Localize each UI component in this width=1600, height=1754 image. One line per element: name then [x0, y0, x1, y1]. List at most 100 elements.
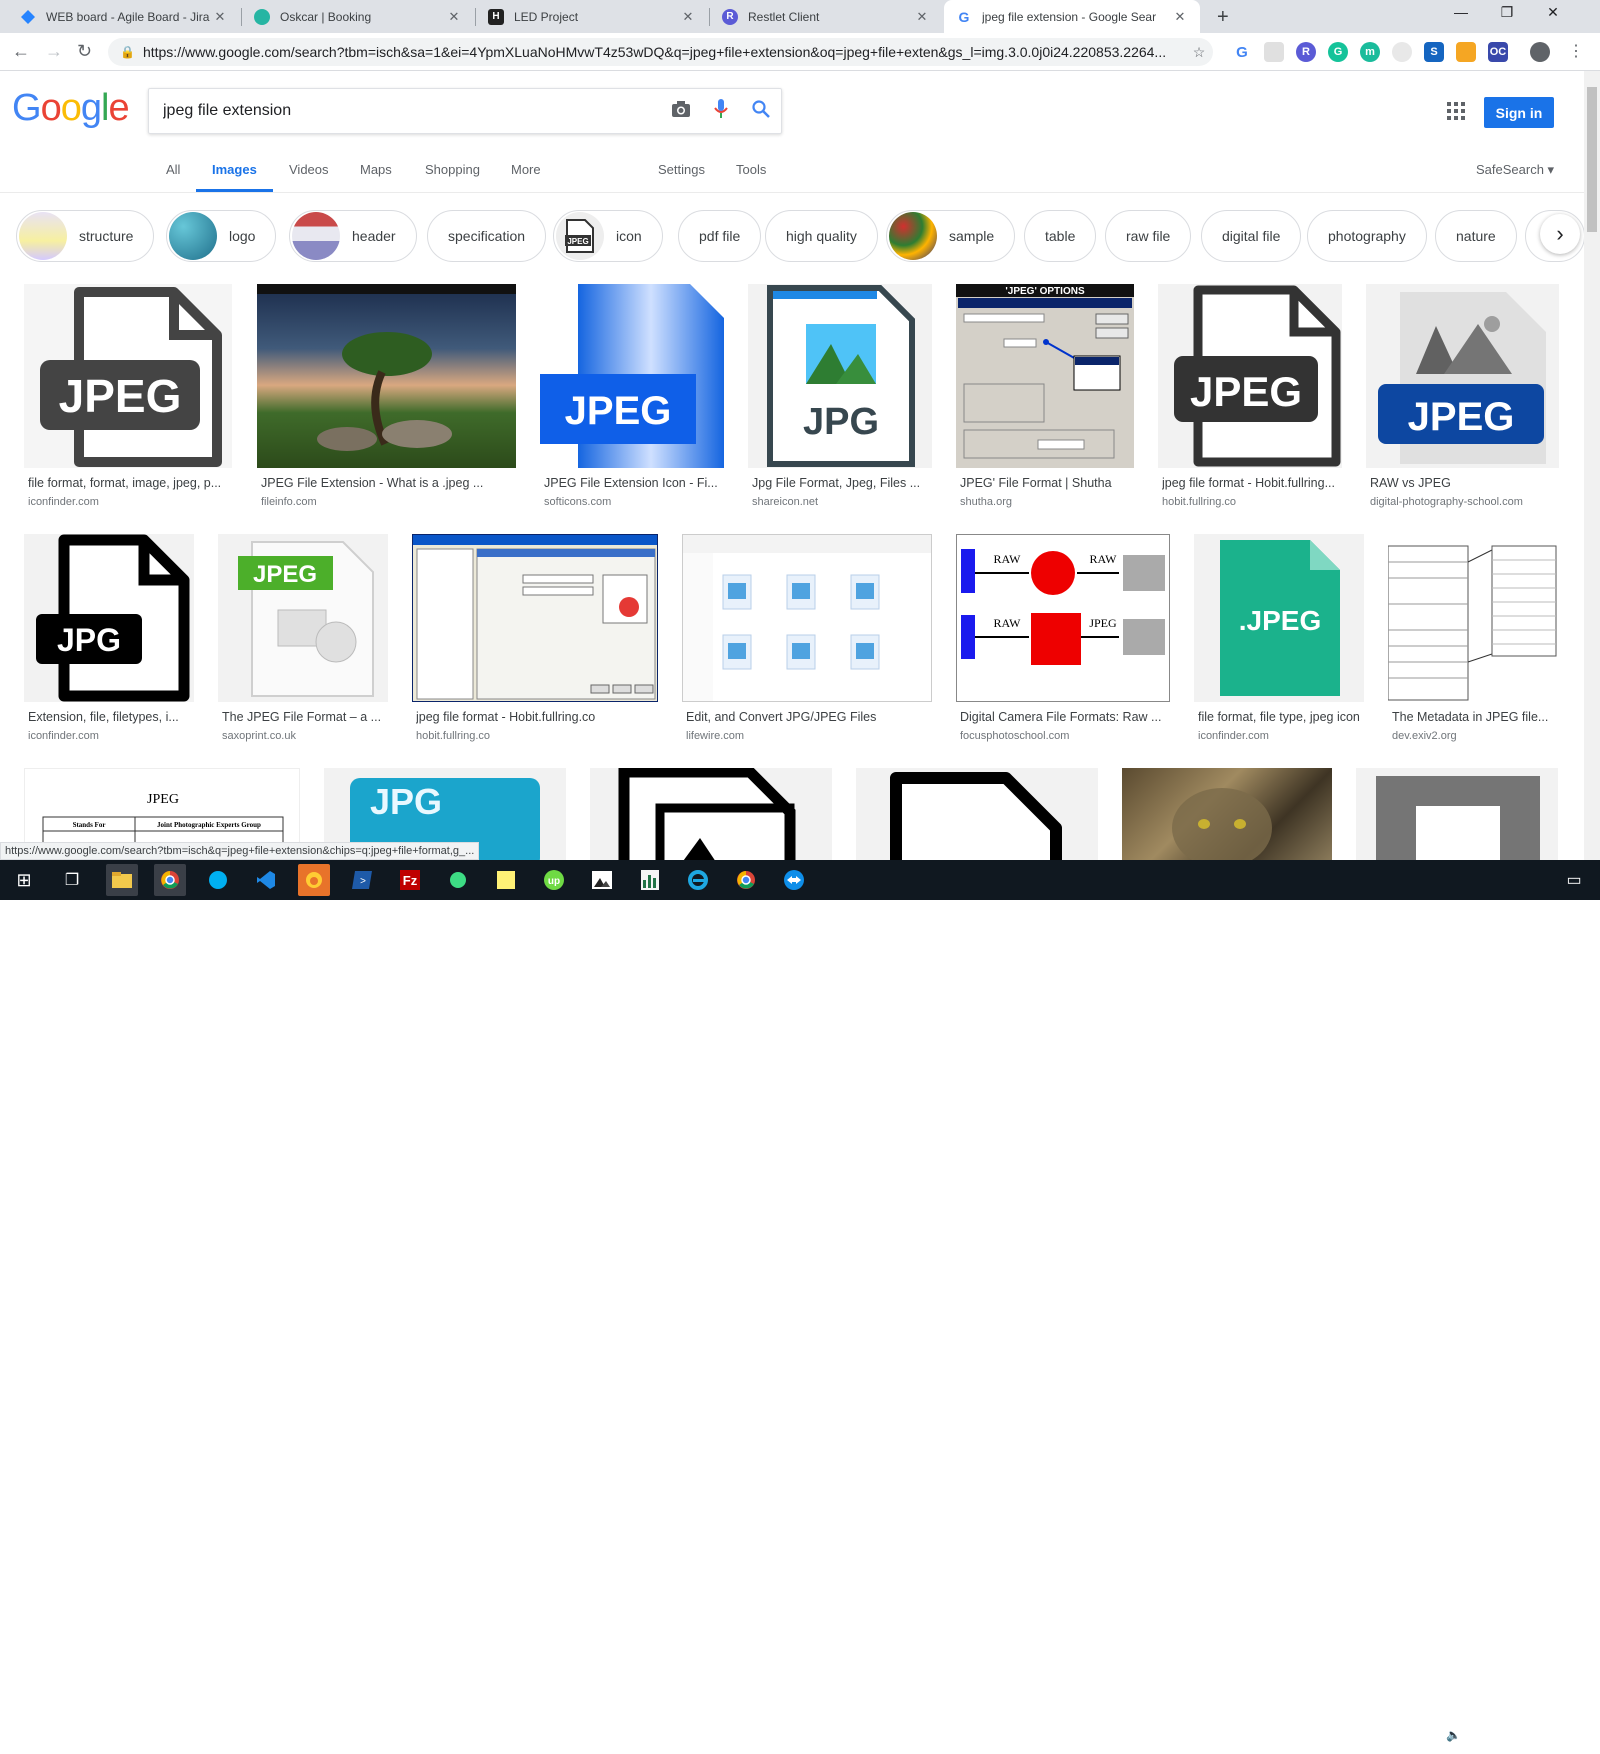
- new-tab-button[interactable]: +: [1217, 6, 1229, 29]
- close-tab-icon[interactable]: ✕: [914, 9, 930, 25]
- address-bar[interactable]: 🔒 https://www.google.com/search?tbm=isch…: [108, 38, 1213, 66]
- chip-photography[interactable]: photography: [1307, 210, 1427, 262]
- tool-extension-icon[interactable]: [1456, 42, 1476, 62]
- reload-icon[interactable]: ↻: [77, 41, 92, 62]
- result-image-converter-dialog[interactable]: [412, 534, 658, 702]
- chip-icon[interactable]: JPEG icon: [553, 210, 663, 262]
- tab-maps[interactable]: Maps: [360, 162, 392, 177]
- browser-tab-google-active[interactable]: G jpeg file extension - Google Sear ✕: [944, 0, 1200, 33]
- result-image[interactable]: JPEG: [24, 284, 232, 468]
- tools-link[interactable]: Tools: [736, 162, 766, 177]
- network-icon[interactable]: ▭: [1423, 1728, 1434, 1742]
- forward-icon[interactable]: →: [45, 41, 63, 62]
- tab-shopping[interactable]: Shopping: [425, 162, 480, 177]
- restlet-extension-icon[interactable]: R: [1296, 42, 1316, 62]
- task-view-icon[interactable]: ❐: [56, 864, 88, 896]
- powershell-icon[interactable]: >: [346, 864, 378, 896]
- profile-avatar-icon[interactable]: [1530, 42, 1550, 62]
- vscode-icon[interactable]: [250, 864, 282, 896]
- scrollbar-thumb[interactable]: [1587, 87, 1597, 232]
- result-image[interactable]: [1356, 768, 1558, 860]
- close-tab-icon[interactable]: ✕: [1172, 9, 1188, 25]
- settings-link[interactable]: Settings: [658, 162, 705, 177]
- restore-icon[interactable]: ❐: [1484, 4, 1530, 21]
- notification-icon[interactable]: ▭: [1558, 864, 1590, 896]
- result-image[interactable]: .JPEG: [1194, 534, 1364, 702]
- internet-explorer-icon[interactable]: [682, 864, 714, 896]
- browser-tab-jira[interactable]: WEB board - Agile Board - Jira ✕: [8, 0, 240, 33]
- chip-pdf-file[interactable]: pdf file: [678, 210, 762, 262]
- result-image[interactable]: [590, 768, 832, 860]
- sign-in-button[interactable]: Sign in: [1484, 97, 1554, 128]
- chrome-icon-secondary[interactable]: [730, 864, 762, 896]
- photos-icon[interactable]: [586, 864, 618, 896]
- search-icon[interactable]: [741, 99, 781, 123]
- chip-table[interactable]: table: [1024, 210, 1097, 262]
- upwork-icon[interactable]: up: [538, 864, 570, 896]
- grammarly-icon[interactable]: G: [1328, 42, 1348, 62]
- sticky-notes-icon[interactable]: [490, 864, 522, 896]
- result-image[interactable]: JPEG: [1158, 284, 1342, 468]
- close-tab-icon[interactable]: ✕: [212, 9, 228, 25]
- microphone-icon[interactable]: [701, 98, 741, 124]
- google-extension-icon[interactable]: G: [1232, 42, 1252, 62]
- file-explorer-icon[interactable]: [106, 864, 138, 896]
- result-image-cat-photo[interactable]: [1122, 768, 1332, 860]
- chip-structure[interactable]: structure: [16, 210, 155, 262]
- taskbar-clock[interactable]: 03:21 PM 15-02-2019: [1470, 1724, 1542, 1754]
- windows-start-icon[interactable]: ⊞: [8, 864, 40, 896]
- skype-icon[interactable]: [202, 864, 234, 896]
- chip-raw-file[interactable]: raw file: [1105, 210, 1192, 262]
- result-image[interactable]: JPEG: [540, 284, 724, 468]
- bookmark-star-icon[interactable]: ☆: [1185, 44, 1213, 61]
- chip-logo[interactable]: logo: [166, 210, 277, 262]
- oc-extension-icon[interactable]: OC: [1488, 42, 1508, 62]
- browser-tab-oskcar[interactable]: Oskcar | Booking ✕: [242, 0, 474, 33]
- browser-tab-led-project[interactable]: H LED Project ✕: [476, 0, 708, 33]
- result-image-metadata-diagram[interactable]: [1388, 534, 1558, 702]
- menu-dots-icon[interactable]: ⋮: [1568, 41, 1584, 61]
- camera-icon[interactable]: [661, 100, 701, 123]
- close-window-icon[interactable]: ✕: [1530, 4, 1576, 21]
- search-input[interactable]: [163, 102, 661, 120]
- volume-icon[interactable]: 🔈: [1446, 1728, 1461, 1742]
- s-extension-icon[interactable]: S: [1424, 42, 1444, 62]
- result-image-jpeg-options-dialog[interactable]: 'JPEG' OPTIONS: [956, 284, 1134, 468]
- minimize-icon[interactable]: —: [1438, 4, 1484, 20]
- chevron-right-icon[interactable]: ›: [1540, 214, 1580, 254]
- close-tab-icon[interactable]: ✕: [446, 9, 462, 25]
- browser-tab-restlet[interactable]: R Restlet Client ✕: [710, 0, 942, 33]
- android-studio-icon[interactable]: [442, 864, 474, 896]
- search-box[interactable]: [148, 88, 782, 134]
- tab-videos[interactable]: Videos: [289, 162, 329, 177]
- google-logo[interactable]: Google: [12, 87, 130, 130]
- owl-extension-icon[interactable]: [1392, 42, 1412, 62]
- result-image[interactable]: JPEG: [218, 534, 388, 702]
- chip-nature[interactable]: nature: [1435, 210, 1517, 262]
- tab-more[interactable]: More: [511, 162, 541, 177]
- result-image[interactable]: [856, 768, 1098, 860]
- chrome-icon[interactable]: [154, 864, 186, 896]
- chip-digital-file[interactable]: digital file: [1201, 210, 1302, 262]
- apps-grid-icon[interactable]: [1447, 102, 1465, 120]
- firefox-dev-icon[interactable]: [298, 864, 330, 896]
- chevron-up-icon[interactable]: ︿: [1400, 1728, 1412, 1742]
- result-image[interactable]: JPG: [24, 534, 194, 702]
- result-image[interactable]: JPEG: [1366, 284, 1559, 468]
- excel-chart-icon[interactable]: [634, 864, 666, 896]
- chip-high-quality[interactable]: high quality: [765, 210, 878, 262]
- chip-header[interactable]: header: [289, 210, 417, 262]
- result-image[interactable]: JPG: [748, 284, 932, 468]
- chip-sample[interactable]: sample: [886, 210, 1016, 262]
- result-image-tree-photo[interactable]: [257, 284, 516, 468]
- tab-images[interactable]: Images: [212, 162, 257, 177]
- safesearch-dropdown[interactable]: SafeSearch ▾: [1476, 162, 1554, 178]
- teamviewer-icon[interactable]: [778, 864, 810, 896]
- result-image-raw-vs-jpeg-diagram[interactable]: RAW RAW RAW JPEG: [956, 534, 1170, 702]
- result-image-explorer-window[interactable]: [682, 534, 932, 702]
- m-extension-icon[interactable]: m: [1360, 42, 1380, 62]
- grid-extension-icon[interactable]: [1264, 42, 1284, 62]
- back-icon[interactable]: ←: [12, 41, 30, 62]
- close-tab-icon[interactable]: ✕: [680, 9, 696, 25]
- tab-all[interactable]: All: [166, 162, 180, 177]
